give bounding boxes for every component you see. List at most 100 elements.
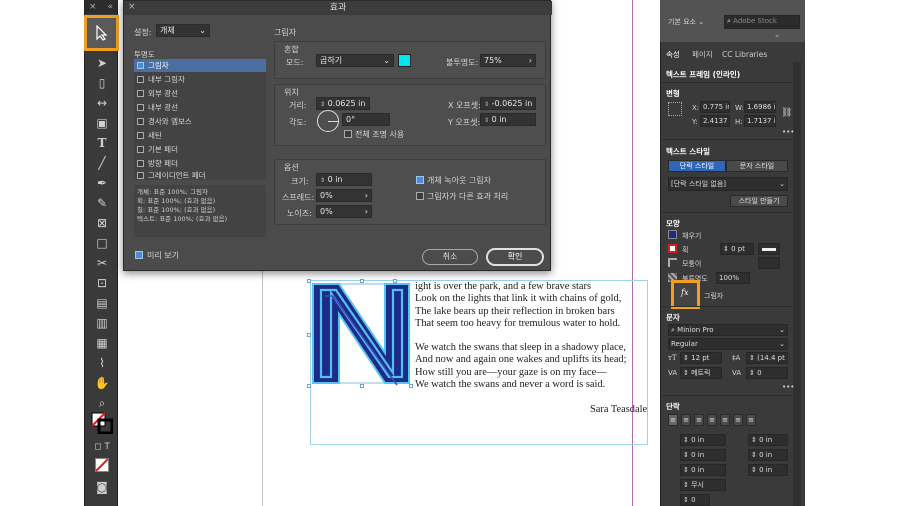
content-collector-icon[interactable]: ▣: [85, 113, 119, 133]
type-tool-icon[interactable]: T: [85, 133, 119, 153]
effect-item-satin[interactable]: 새틴: [134, 129, 266, 142]
pen-tool-icon[interactable]: ✒: [85, 173, 119, 193]
checkbox[interactable]: [137, 76, 144, 83]
preview-checkbox[interactable]: [135, 251, 143, 259]
note-tool-icon[interactable]: ▦: [85, 333, 119, 353]
apply-color-icon[interactable]: ◻ T: [85, 437, 119, 457]
checkbox[interactable]: [137, 132, 144, 139]
stepper-icon[interactable]: ⇕: [683, 496, 689, 504]
rectangle-tool-icon[interactable]: □: [85, 233, 119, 253]
reference-point-icon[interactable]: [668, 102, 682, 116]
justify-center-icon[interactable]: ≡: [720, 414, 730, 426]
stroke-swatch[interactable]: [668, 244, 677, 253]
tab-character-style[interactable]: 문자 스타일: [726, 160, 788, 172]
stepper-icon[interactable]: ⇕: [484, 117, 489, 124]
selection-handle[interactable]: [307, 384, 311, 388]
effect-item-drop-shadow[interactable]: 그림자: [134, 59, 266, 72]
stepper-icon[interactable]: ⇕: [751, 451, 757, 459]
effect-item-inner-shadow[interactable]: 내부 그림자: [134, 73, 266, 86]
stepper-icon[interactable]: ⇕: [484, 101, 489, 108]
checkbox[interactable]: [137, 90, 144, 97]
effect-item-outer-glow[interactable]: 외부 광선: [134, 87, 266, 100]
more-options-icon[interactable]: •••: [782, 128, 794, 136]
drop-cap-graphic[interactable]: [309, 281, 413, 386]
checkbox[interactable]: [137, 160, 144, 167]
left-indent-field[interactable]: ⇕ 0 in: [680, 434, 726, 446]
y-offset-field[interactable]: ⇕ 0 in: [480, 113, 536, 126]
first-line-indent-field[interactable]: ⇕ 0 in: [680, 449, 726, 461]
checkbox[interactable]: [137, 146, 144, 153]
more-options-icon[interactable]: •••: [782, 383, 794, 391]
selection-tool-icon[interactable]: [84, 15, 119, 51]
selection-handle[interactable]: [307, 279, 311, 283]
distance-field[interactable]: ⇕ 0.0625 in: [316, 97, 370, 110]
stroke-type-select[interactable]: [758, 243, 780, 255]
leading-field[interactable]: ⇕ (14.4 pt: [746, 352, 788, 364]
tab-properties[interactable]: 속성: [662, 48, 684, 62]
align-right-icon[interactable]: ≡: [694, 414, 704, 426]
x-offset-field[interactable]: ⇕ -0.0625 in: [480, 97, 536, 110]
justify-all-icon[interactable]: ≡: [746, 414, 756, 426]
other-effects-checkbox[interactable]: [416, 192, 424, 200]
kerning-field[interactable]: ⇕ 메트릭: [680, 367, 722, 379]
angle-dial[interactable]: [317, 110, 339, 132]
stepper-icon[interactable]: ⇕: [683, 466, 689, 474]
stepper-icon[interactable]: ⇕: [749, 354, 755, 362]
corner-shape-select[interactable]: [758, 257, 780, 269]
blend-mode-select[interactable]: 곱하기 ⌄: [316, 54, 394, 67]
space-after-field[interactable]: ⇕ 0 in: [748, 464, 788, 476]
tab-paragraph-style[interactable]: 단락 스타일: [668, 160, 726, 172]
checkbox[interactable]: [137, 172, 144, 179]
checkbox[interactable]: [137, 104, 144, 111]
rectangle-frame-icon[interactable]: ⊠: [85, 213, 119, 233]
cancel-button[interactable]: 취소: [422, 249, 478, 265]
fill-swatch[interactable]: [668, 230, 677, 239]
create-style-button[interactable]: 스타일 만들기: [730, 195, 788, 207]
stepper-icon[interactable]: ⇕: [683, 481, 689, 489]
tracking-field[interactable]: ⇕ 0: [746, 367, 788, 379]
direct-selection-icon[interactable]: ➤: [85, 53, 119, 73]
angle-field[interactable]: 0°: [342, 113, 390, 126]
paragraph-style-select[interactable]: [단락 스타일 없음] ⌄: [668, 177, 788, 191]
effect-item-basic-feather[interactable]: 기본 페더: [134, 143, 266, 156]
space-before-field[interactable]: ⇕ 0 in: [680, 464, 726, 476]
font-family-select[interactable]: ⌕ Minion Pro ⌄: [668, 324, 788, 336]
justify-right-icon[interactable]: ≡: [733, 414, 743, 426]
pencil-tool-icon[interactable]: ✎: [85, 193, 119, 213]
global-light-checkbox[interactable]: [344, 130, 352, 138]
align-left-icon[interactable]: ≡: [668, 414, 678, 426]
gradient-feather-icon[interactable]: ▥: [85, 313, 119, 333]
settings-select[interactable]: 개체 ⌄: [156, 24, 210, 37]
stroke-weight-field[interactable]: ⇕ 0 pt: [720, 243, 754, 255]
right-indent-field[interactable]: ⇕ 0 in: [748, 434, 788, 446]
close-icon[interactable]: ×: [128, 2, 136, 12]
noise-field[interactable]: 0% ›: [316, 205, 372, 218]
stepper-icon[interactable]: ⇕: [751, 466, 757, 474]
collapse-icon[interactable]: »: [775, 32, 779, 40]
gradient-swatch-icon[interactable]: ▤: [85, 293, 119, 313]
opacity-field[interactable]: 75% ›: [480, 54, 536, 67]
free-transform-icon[interactable]: ⊡: [85, 273, 119, 293]
poem-text[interactable]: ight is over the park, and a few brave s…: [415, 281, 627, 391]
effect-item-bevel-emboss[interactable]: 경사와 엠보스: [134, 115, 266, 128]
spread-field[interactable]: 0% ›: [316, 189, 372, 202]
y-field[interactable]: 2.4137 in: [700, 115, 730, 127]
workspace-switcher[interactable]: 기본 요소 ⌄: [668, 17, 704, 27]
tab-cc-libraries[interactable]: CC Libraries: [718, 48, 771, 62]
zoom-tool-icon[interactable]: ⌕: [85, 393, 119, 413]
selection-handle[interactable]: [409, 384, 413, 388]
knockout-checkbox[interactable]: [416, 176, 424, 184]
shadow-color-swatch[interactable]: [398, 54, 411, 67]
selection-handle[interactable]: [307, 333, 311, 337]
last-line-indent-field[interactable]: ⇕ 0 in: [748, 449, 788, 461]
gap-tool-icon[interactable]: ↔: [85, 93, 119, 113]
selection-handle[interactable]: [360, 384, 364, 388]
drop-cap-lines-field[interactable]: ⇕ 0: [680, 494, 710, 506]
stock-search-input[interactable]: ⌕ Adobe Stock: [724, 15, 800, 29]
stepper-icon[interactable]: ⇕: [320, 101, 325, 108]
checkbox[interactable]: [137, 62, 144, 69]
apply-none-icon[interactable]: [85, 455, 119, 475]
x-field[interactable]: 0.775 in: [700, 101, 730, 113]
eyedropper-icon[interactable]: ⌇: [85, 353, 119, 373]
effect-item-gradient-feather[interactable]: 그레이디언트 페더: [134, 171, 266, 180]
